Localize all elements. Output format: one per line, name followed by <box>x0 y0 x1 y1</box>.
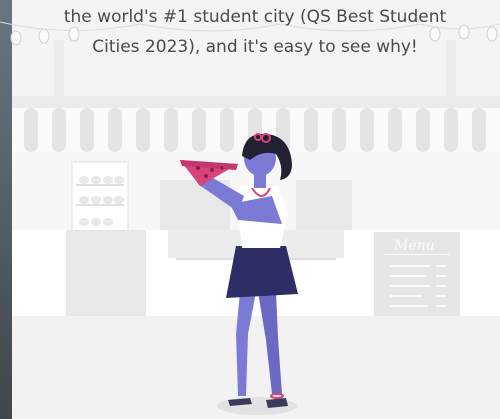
illustration-scene: Menu <box>0 21 500 419</box>
caption-line-2: Cities 2023), and it's easy to see why! <box>92 37 418 57</box>
caption-line-1: the world's #1 student city (QS Best Stu… <box>63 7 447 27</box>
bulb-icon <box>486 26 498 42</box>
bulb-icon <box>10 30 22 46</box>
menu-board-title: Menu <box>393 238 435 254</box>
intro-caption: the world's #1 student city (QS Best Stu… <box>40 2 470 62</box>
display-shelf <box>71 161 129 233</box>
